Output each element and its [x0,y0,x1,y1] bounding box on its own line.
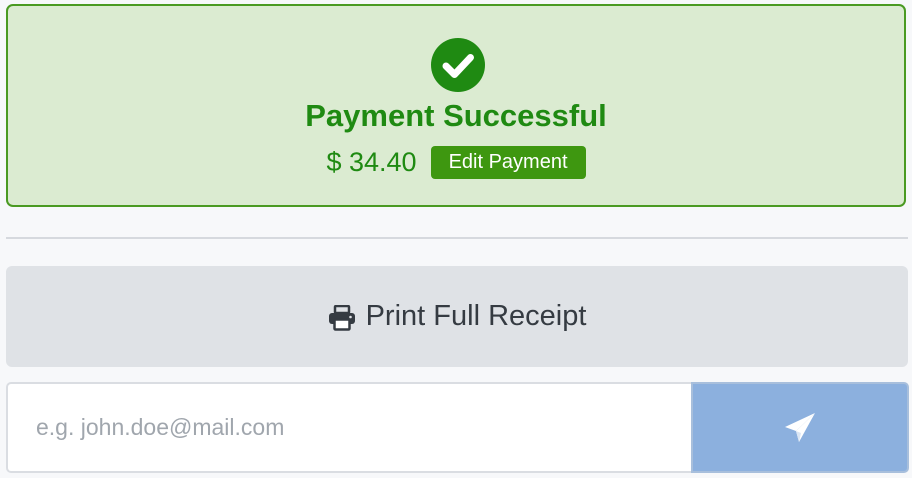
email-input[interactable] [6,382,694,473]
print-receipt-label: Print Full Receipt [365,300,587,332]
payment-amount: $ 34.40 [326,147,417,177]
payment-success-panel: Payment Successful $ 34.40 Edit Payment [6,4,906,207]
check-circle-icon [431,38,485,92]
payment-status-title: Payment Successful [305,98,607,133]
print-receipt-button[interactable]: Print Full Receipt [6,266,908,367]
edit-payment-button[interactable]: Edit Payment [430,145,586,179]
paper-plane-icon [785,412,815,442]
amount-row: $ 34.40 Edit Payment [8,144,904,180]
printer-icon [328,304,355,331]
section-divider [6,237,908,239]
send-receipt-button[interactable] [691,382,909,473]
